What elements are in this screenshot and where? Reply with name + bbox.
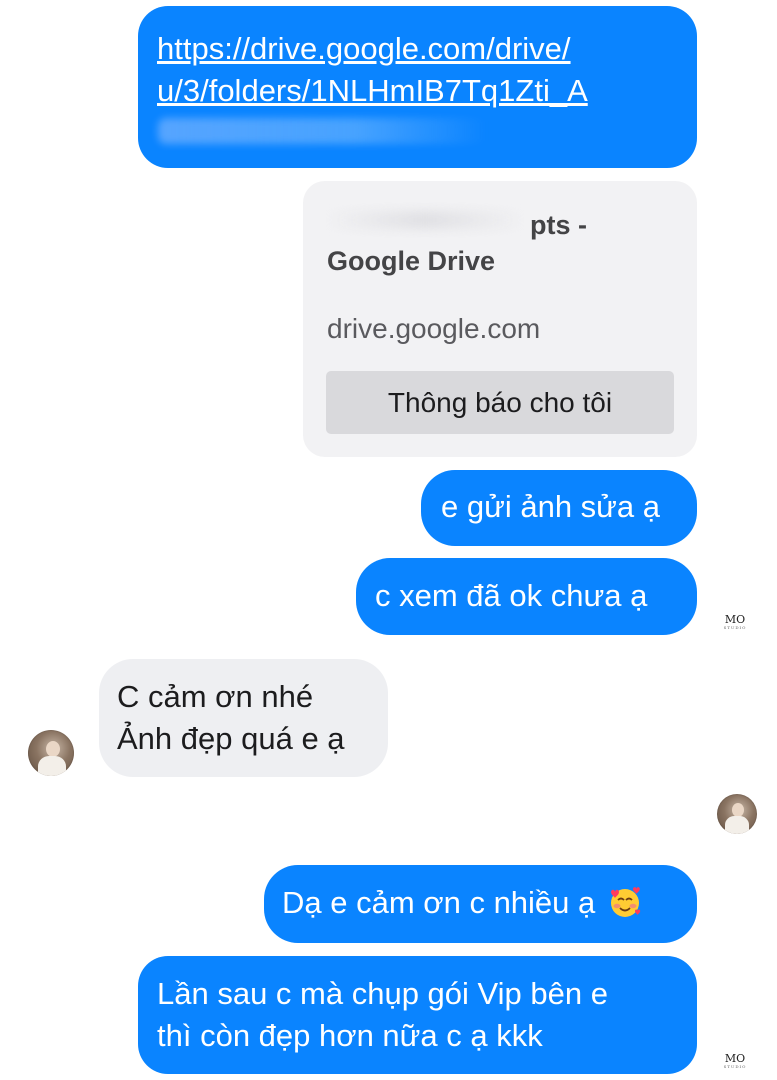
contact-avatar[interactable]: [28, 730, 74, 776]
message-bubble-drive-link[interactable]: https://drive.google.com/drive/ u/3/fold…: [138, 6, 697, 168]
message-text: e gửi ảnh sửa ạ: [441, 489, 661, 524]
message-text: c xem đã ok chưa ạ: [375, 578, 648, 613]
message-bubble-outgoing[interactable]: c xem đã ok chưa ạ: [356, 558, 697, 635]
watermark-logo: MO STUDIO: [723, 613, 747, 630]
message-bubble-outgoing[interactable]: Lần sau c mà chụp gói Vip bên e thì còn …: [138, 956, 697, 1074]
link-preview-title-line1: pts -: [530, 210, 587, 240]
message-text-line1: C cảm ơn nhé: [117, 679, 314, 714]
link-preview-title: pts - Google Drive: [327, 207, 627, 279]
drive-link[interactable]: https://drive.google.com/drive/: [157, 28, 677, 70]
message-bubble-outgoing[interactable]: Dạ e cảm ơn c nhiều ạ: [264, 865, 697, 943]
notify-me-button[interactable]: Thông báo cho tôi: [326, 371, 674, 434]
message-text-line1: Lần sau c mà chụp gói Vip bên e: [157, 976, 608, 1011]
link-preview-card[interactable]: pts - Google Drive drive.google.com Thôn…: [303, 181, 697, 457]
link-preview-domain: drive.google.com: [327, 313, 541, 344]
watermark-logo: MO STUDIO: [723, 1052, 747, 1069]
message-bubble-outgoing[interactable]: e gửi ảnh sửa ạ: [421, 470, 697, 546]
read-receipt-avatar: [717, 794, 757, 834]
message-text-line2: Ảnh đẹp quá e ạ: [117, 721, 345, 756]
link-preview-title-line2: Google Drive: [327, 246, 496, 276]
message-text-line2: thì còn đẹp hơn nữa c ạ kkk: [157, 1018, 543, 1053]
message-bubble-incoming[interactable]: C cảm ơn nhé Ảnh đẹp quá e ạ: [99, 659, 388, 777]
drive-link-line2[interactable]: u/3/folders/1NLHmIB7Tq1Zti_A: [157, 70, 677, 112]
message-text: Dạ e cảm ơn c nhiều ạ: [282, 885, 596, 920]
redacted-link-text: [158, 118, 488, 144]
smiling-face-with-hearts-icon: [608, 885, 642, 919]
